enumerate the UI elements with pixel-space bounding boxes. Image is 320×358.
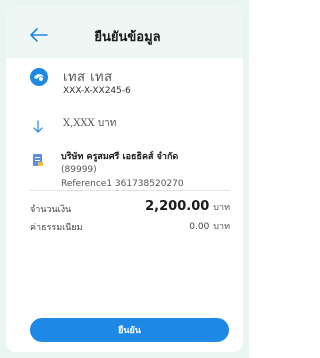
transfer-amount-row: X,XXX บาท — [30, 116, 230, 134]
fee-label: ค่าธรรมเนียม — [30, 223, 83, 233]
fee-value-group: 0.00 บาท — [189, 219, 230, 233]
biller-reference: Reference1 361738520270 — [61, 179, 184, 189]
header: ยืนยันข้อมูล — [6, 6, 243, 58]
fee-value: 0.00 — [189, 222, 210, 232]
confirm-card: ยืนยันข้อมูล เทส เทส XXX-X-XX245-6 X,XXX… — [6, 6, 243, 352]
page-title: ยืนยันข้อมูล — [94, 30, 161, 45]
amount-unit: บาท — [213, 203, 230, 213]
summary-amount-row: จำนวนเงิน 2,200.00 บาท — [30, 199, 230, 217]
bill-document-icon — [33, 154, 43, 166]
from-account-name: เทส เทส — [63, 70, 113, 85]
screen-frame: ยืนยันข้อมูล เทส เทส XXX-X-XX245-6 X,XXX… — [0, 0, 249, 358]
from-account: เทส เทส XXX-X-XX245-6 — [30, 66, 230, 106]
biller-name: บริษัท ครูสมศรี เอธธิคส์ จำกัด — [61, 152, 179, 162]
divider — [30, 190, 230, 191]
summary-fee-row: ค่าธรรมเนียม 0.00 บาท — [30, 217, 230, 235]
amount-label: จำนวนเงิน — [30, 205, 72, 215]
transfer-amount-masked: X,XXX บาท — [63, 118, 117, 129]
bank-logo-icon — [30, 68, 48, 86]
amount-value-group: 2,200.00 บาท — [145, 199, 230, 214]
arrow-down-icon — [33, 120, 43, 133]
biller-code: (89999) — [61, 165, 97, 175]
fee-unit: บาท — [213, 222, 230, 232]
amount-value: 2,200.00 — [145, 199, 210, 214]
confirm-button[interactable]: ยืนยัน — [30, 318, 229, 342]
from-account-number: XXX-X-XX245-6 — [63, 86, 131, 96]
